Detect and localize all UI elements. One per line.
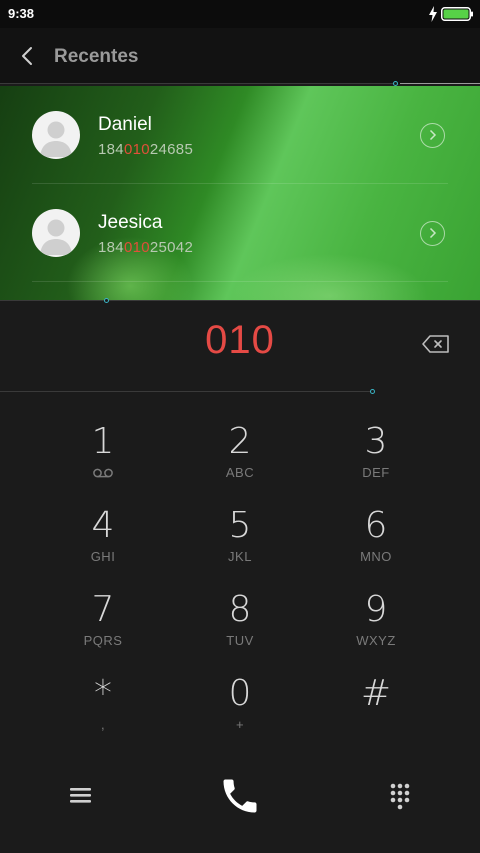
key-0[interactable]: 0 + xyxy=(180,674,300,752)
key-7[interactable]: 7 PQRS xyxy=(43,590,163,668)
key-letters xyxy=(316,717,436,733)
key-digit: 0 xyxy=(228,673,252,714)
bolt-icon xyxy=(429,6,437,22)
number-match: 010 xyxy=(123,239,150,256)
row-divider xyxy=(32,281,448,282)
key-letters: TUV xyxy=(226,633,254,648)
number-suffix: 24685 xyxy=(149,141,194,158)
header-divider-highlight xyxy=(400,83,480,84)
contact-detail-button[interactable] xyxy=(420,221,445,246)
contact-detail-button[interactable] xyxy=(420,123,445,148)
list-item[interactable]: Daniel 18401024685 xyxy=(0,86,480,184)
chevron-left-icon[interactable] xyxy=(18,46,38,66)
battery-icon xyxy=(441,7,473,21)
key-6[interactable]: 6 MNO xyxy=(316,506,436,584)
recents-list: Daniel 18401024685 Jeesica 18401025042 xyxy=(0,86,480,300)
contact-number: 18401025042 xyxy=(98,239,193,256)
key-digit: 1 xyxy=(91,421,115,462)
key-4[interactable]: 4 GHI xyxy=(43,506,163,584)
key-letters: , xyxy=(100,717,106,732)
key-2[interactable]: 2 ABC xyxy=(180,422,300,500)
number-suffix: 25042 xyxy=(149,239,194,256)
app-header: Recentes xyxy=(0,28,480,84)
key-digit: * xyxy=(94,673,112,714)
key-letters: + xyxy=(235,717,245,732)
key-digit: 3 xyxy=(364,421,388,462)
key-digit: 9 xyxy=(364,589,388,630)
contact-number: 18401024685 xyxy=(98,141,193,158)
divider-marker xyxy=(104,298,109,303)
person-icon xyxy=(40,219,72,255)
menu-icon[interactable] xyxy=(62,780,98,810)
voicemail-icon xyxy=(93,468,113,478)
key-digit: # xyxy=(360,673,392,714)
number-match: 010 xyxy=(123,141,150,158)
key-letters: ABC xyxy=(225,465,255,480)
avatar xyxy=(32,111,80,159)
key-digit: 5 xyxy=(228,505,252,546)
divider-marker xyxy=(370,389,375,394)
header-divider xyxy=(0,83,396,84)
number-prefix: 184 xyxy=(98,141,124,158)
key-letters: GHI xyxy=(90,549,116,564)
backspace-icon[interactable] xyxy=(420,332,452,356)
key-letters: JKL xyxy=(228,549,252,564)
key-digit: 4 xyxy=(91,505,115,546)
avatar xyxy=(32,209,80,257)
status-bar: 9:38 xyxy=(0,0,480,28)
key-star[interactable]: * , xyxy=(43,674,163,752)
key-1[interactable]: 1 xyxy=(43,422,163,500)
input-divider xyxy=(0,391,372,392)
recents-divider xyxy=(0,300,480,301)
key-letters: PQRS xyxy=(83,633,123,648)
dialpad-icon[interactable] xyxy=(382,780,418,816)
key-5[interactable]: 5 JKL xyxy=(180,506,300,584)
dialed-number: 010 xyxy=(205,318,275,362)
page-title: Recentes xyxy=(54,46,139,67)
status-time: 9:38 xyxy=(8,6,35,21)
number-prefix: 184 xyxy=(98,239,124,256)
list-item[interactable]: Jeesica 18401025042 xyxy=(0,184,480,282)
key-digit: 8 xyxy=(228,589,252,630)
phone-icon[interactable] xyxy=(218,774,262,818)
contact-name: Daniel xyxy=(98,114,152,135)
key-8[interactable]: 8 TUV xyxy=(180,590,300,668)
key-9[interactable]: 9 WXYZ xyxy=(316,590,436,668)
key-digit: 6 xyxy=(364,505,388,546)
key-letters: DEF xyxy=(362,465,390,480)
contact-name: Jeesica xyxy=(98,212,163,233)
key-hash[interactable]: # xyxy=(316,674,436,752)
key-digit: 2 xyxy=(228,421,252,462)
key-letters: WXYZ xyxy=(356,633,396,648)
key-3[interactable]: 3 DEF xyxy=(316,422,436,500)
chevron-right-circle-icon xyxy=(429,129,437,141)
key-letters: MNO xyxy=(360,549,392,564)
bottom-bar xyxy=(0,760,480,853)
person-icon xyxy=(40,121,72,157)
chevron-right-circle-icon xyxy=(429,227,437,239)
key-digit: 7 xyxy=(91,589,115,630)
